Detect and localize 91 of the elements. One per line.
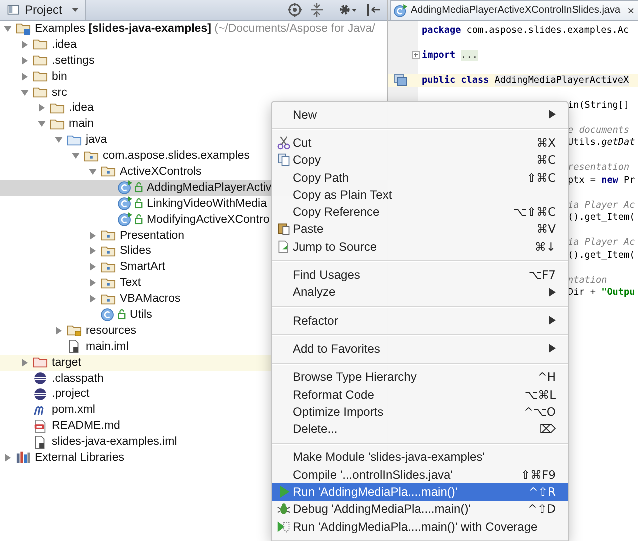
target-icon[interactable] [288, 3, 302, 17]
fold-icon[interactable] [412, 51, 420, 60]
collapse-icon[interactable] [311, 3, 323, 17]
tree-item[interactable]: .idea [0, 36, 387, 53]
document-arrow-icon [277, 240, 291, 254]
caret-icon [72, 8, 79, 12]
implements-icon[interactable] [394, 74, 408, 87]
expand-arrow-icon[interactable] [3, 452, 13, 463]
code-line: ntation [568, 274, 608, 286]
expand-arrow-icon[interactable] [20, 358, 30, 368]
lock-icon [135, 182, 143, 194]
folder-icon [33, 85, 48, 100]
settings-icon[interactable] [338, 3, 358, 17]
menu-item[interactable]: Debug 'AddingMediaPla....main()' ^⇧D [272, 500, 568, 518]
lock-icon [135, 198, 143, 210]
collapse-arrow-icon[interactable] [20, 88, 30, 98]
resources-folder-icon [67, 323, 82, 338]
collapse-arrow-icon[interactable] [88, 166, 98, 177]
tree-item[interactable]: bin [0, 68, 387, 85]
menu-item[interactable]: Copy ⌘C [272, 152, 568, 169]
code-line: ia Player Ac [568, 237, 636, 248]
folder-icon [33, 355, 48, 370]
code-line: package com.aspose.slides.examples.Ac [422, 24, 630, 36]
folder-icon [33, 37, 48, 52]
expand-arrow-icon[interactable] [20, 56, 30, 66]
collapse-arrow-icon[interactable] [37, 119, 47, 130]
class-icon [118, 180, 133, 196]
menu-item[interactable]: Refactor [272, 312, 568, 330]
tree-item[interactable]: src [0, 84, 387, 100]
sphere-icon [33, 371, 48, 386]
class-icon [394, 4, 408, 18]
code-line: ia Player Ac [568, 200, 636, 211]
close-button[interactable]: × [624, 4, 635, 18]
menu-item[interactable]: Paste ⌘V [272, 220, 568, 238]
code-line: resentation [568, 162, 630, 174]
class-icon [118, 196, 133, 212]
expand-arrow-icon[interactable] [54, 326, 64, 336]
sphere-icon [33, 386, 48, 402]
folder-icon [33, 53, 48, 68]
module-folder-icon [16, 21, 31, 36]
expand-arrow-icon[interactable] [20, 40, 30, 50]
class-icon [101, 307, 116, 322]
run-icon [278, 484, 290, 499]
collapse-arrow-icon[interactable] [71, 151, 81, 162]
menu-item[interactable]: New [272, 106, 568, 124]
menu-item[interactable]: Compile '...ontrolInSlides.java' ⇧⌘F9 [272, 466, 568, 484]
folder-icon [33, 69, 48, 84]
expand-arrow-icon[interactable] [88, 278, 98, 288]
tree-item[interactable]: .settings [0, 52, 387, 69]
menu-item[interactable]: Browse Type Hierarchy ^H [272, 368, 568, 386]
expand-arrow-icon[interactable] [88, 230, 98, 241]
expand-arrow-icon[interactable] [88, 246, 98, 256]
document-icon [33, 418, 48, 434]
menu-item[interactable]: Jump to Source ⌘↓ [272, 238, 568, 256]
menu-item[interactable]: Analyze [272, 284, 568, 301]
menu-item[interactable]: Run 'AddingMediaPla....main()' ^⇧R [272, 483, 568, 501]
hide-icon[interactable] [367, 3, 381, 17]
view-selector[interactable]: Project [0, 0, 86, 20]
expand-arrow-icon[interactable] [20, 72, 30, 82]
coverage-icon [277, 520, 291, 534]
code-line: ().get_Item( [568, 250, 636, 261]
lock-icon [118, 309, 126, 320]
menu-item[interactable]: Make Module 'slides-java-examples' [272, 448, 568, 466]
copy-icon [277, 153, 291, 168]
class-icon [118, 212, 133, 228]
panel-icon [7, 3, 20, 17]
package-icon [101, 164, 116, 180]
collapse-arrow-icon[interactable] [54, 135, 64, 146]
books-icon [16, 450, 31, 466]
package-icon [101, 228, 116, 244]
bug-icon [277, 502, 291, 516]
menu-item[interactable]: Run 'AddingMediaPla....main()' with Coverage [272, 518, 568, 536]
expand-arrow-icon[interactable] [88, 294, 98, 304]
menu-item[interactable]: Find Usages ⌥F7 [272, 266, 568, 284]
code-line: import ... [422, 50, 478, 61]
scissors-icon [277, 136, 291, 150]
code-line: ptx = new Pr [568, 174, 636, 186]
clipboard-icon [277, 222, 291, 236]
menu-item[interactable]: Reformat Code ⌥⌘L [272, 386, 568, 404]
menu-item[interactable]: Copy Reference ⌥⇧⌘C [272, 203, 568, 221]
collapse-arrow-icon[interactable] [3, 24, 13, 34]
expand-arrow-icon[interactable] [88, 262, 98, 272]
code-line: public class AddingMediaPlayerActiveX [422, 74, 630, 86]
editor-tab[interactable]: AddingMediaPlayerActiveXControlInSlides.java × [390, 0, 638, 20]
menu-item[interactable]: Cut ⌘X [272, 134, 568, 152]
tree-item[interactable]: Examples [slides-java-examples] (~/Documents/Aspose for Java/ [0, 21, 387, 37]
expand-arrow-icon[interactable] [37, 103, 47, 114]
lock-icon [135, 214, 143, 226]
code-line: ().get_Item( [568, 212, 636, 224]
code-line: in(String[] [568, 100, 630, 111]
menu-item[interactable]: Optimize Imports ^⌥O [272, 403, 568, 420]
